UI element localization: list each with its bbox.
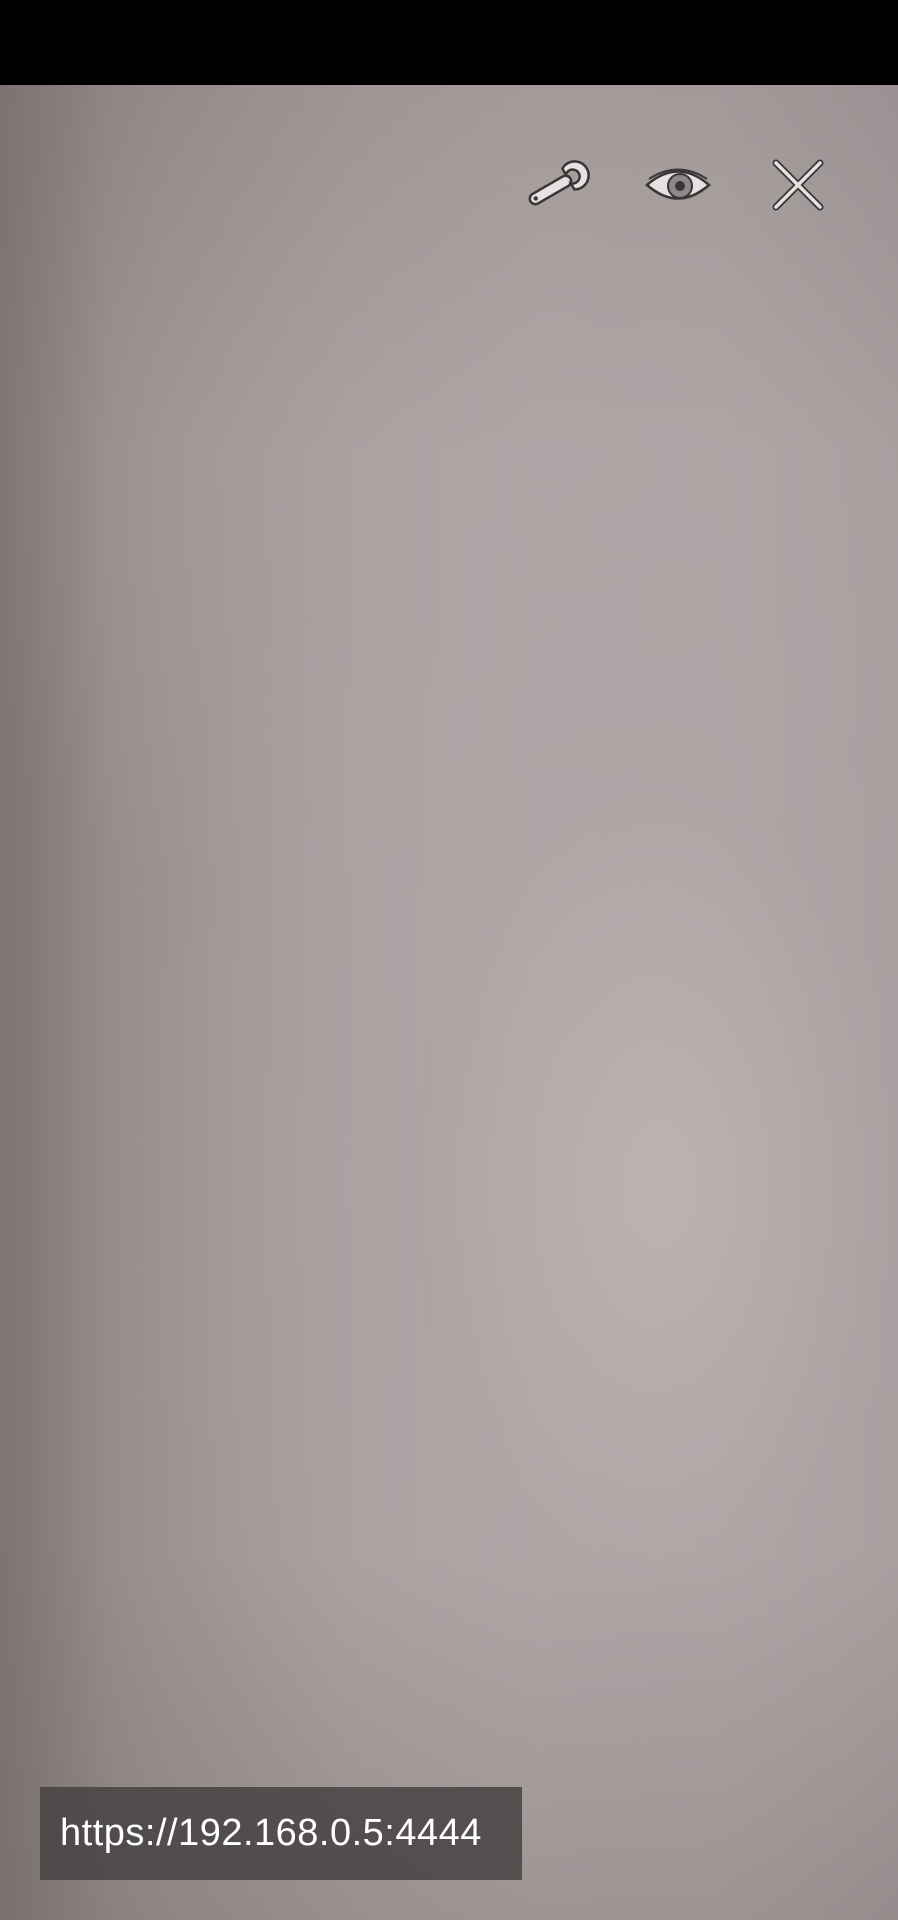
- camera-preview: [0, 85, 898, 1920]
- close-icon[interactable]: [758, 145, 838, 225]
- server-url-text: https://192.168.0.5:4444: [60, 1812, 482, 1854]
- url-overlay: https://192.168.0.5:4444: [40, 1787, 522, 1880]
- eye-icon[interactable]: [638, 145, 718, 225]
- wrench-icon[interactable]: [518, 145, 598, 225]
- status-bar: [0, 0, 898, 85]
